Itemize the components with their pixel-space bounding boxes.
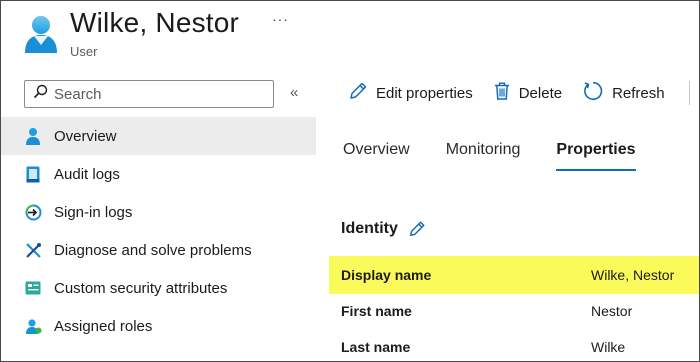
sidebar-item-overview[interactable]: Overview [1,117,316,155]
wrench-icon [24,241,42,259]
property-value: Nestor [591,303,633,319]
sidebar-item-custom-security-attributes[interactable]: Custom security attributes [1,269,316,307]
property-value: Wilke, Nestor [591,267,675,283]
trash-icon [493,81,511,105]
user-role-icon [24,317,42,335]
tab-properties[interactable]: Properties [556,141,636,171]
sidebar-nav: Overview Audit logs Sign-in logs Diagnos… [1,117,316,345]
section-title: Identity [341,220,398,237]
tab-monitoring[interactable]: Monitoring [446,141,521,171]
attributes-icon [24,279,42,297]
property-row-first-name: First name Nestor [329,292,699,330]
refresh-button[interactable]: Refresh [582,80,665,106]
page-title: Wilke, Nestor [70,7,240,38]
toolbar-divider [689,81,690,105]
property-row-last-name: Last name Wilke [329,328,699,361]
user-profile-window: Wilke, Nestor ··· User « Overview Audit … [0,0,700,362]
sidebar-item-label: Custom security attributes [54,279,228,297]
refresh-icon [582,80,604,106]
sidebar-item-sign-in-logs[interactable]: Sign-in logs [1,193,316,231]
delete-button[interactable]: Delete [493,81,562,105]
user-avatar-icon [21,13,61,53]
delete-label: Delete [518,84,563,102]
property-value: Wilke [591,339,626,355]
command-bar: Edit properties Delete Refresh [348,79,685,107]
search-icon [33,84,48,104]
pencil-icon [348,81,368,105]
edit-properties-button[interactable]: Edit properties [348,81,473,105]
collapse-sidebar-button[interactable]: « [290,84,298,101]
sidebar-item-assigned-roles[interactable]: Assigned roles [1,307,316,345]
sidebar-item-label: Sign-in logs [54,203,133,221]
tab-strip: Overview Monitoring Properties [343,141,672,171]
sidebar-item-audit-logs[interactable]: Audit logs [1,155,316,193]
property-row-display-name: Display name Wilke, Nestor [329,256,699,294]
refresh-label: Refresh [612,84,665,102]
sidebar-item-label: Assigned roles [54,317,153,335]
search-box[interactable] [24,80,274,108]
sidebar-item-diagnose[interactable]: Diagnose and solve problems [1,231,316,269]
audit-log-icon [24,165,42,183]
user-icon [24,127,42,145]
tab-overview[interactable]: Overview [343,141,410,171]
sidebar-item-label: Overview [54,127,117,145]
sidebar-item-label: Audit logs [54,165,120,183]
identity-section-header: Identity [341,220,426,238]
property-key: First name [341,303,412,319]
edit-identity-pencil-icon[interactable] [408,220,426,238]
more-options-button[interactable]: ··· [272,11,289,27]
page-subtitle: User [70,44,98,59]
property-key: Display name [341,267,432,283]
sidebar-item-label: Diagnose and solve problems [54,241,252,259]
edit-properties-label: Edit properties [376,84,473,102]
search-input[interactable] [54,85,254,103]
property-key: Last name [341,339,411,355]
sign-in-icon [24,203,42,221]
